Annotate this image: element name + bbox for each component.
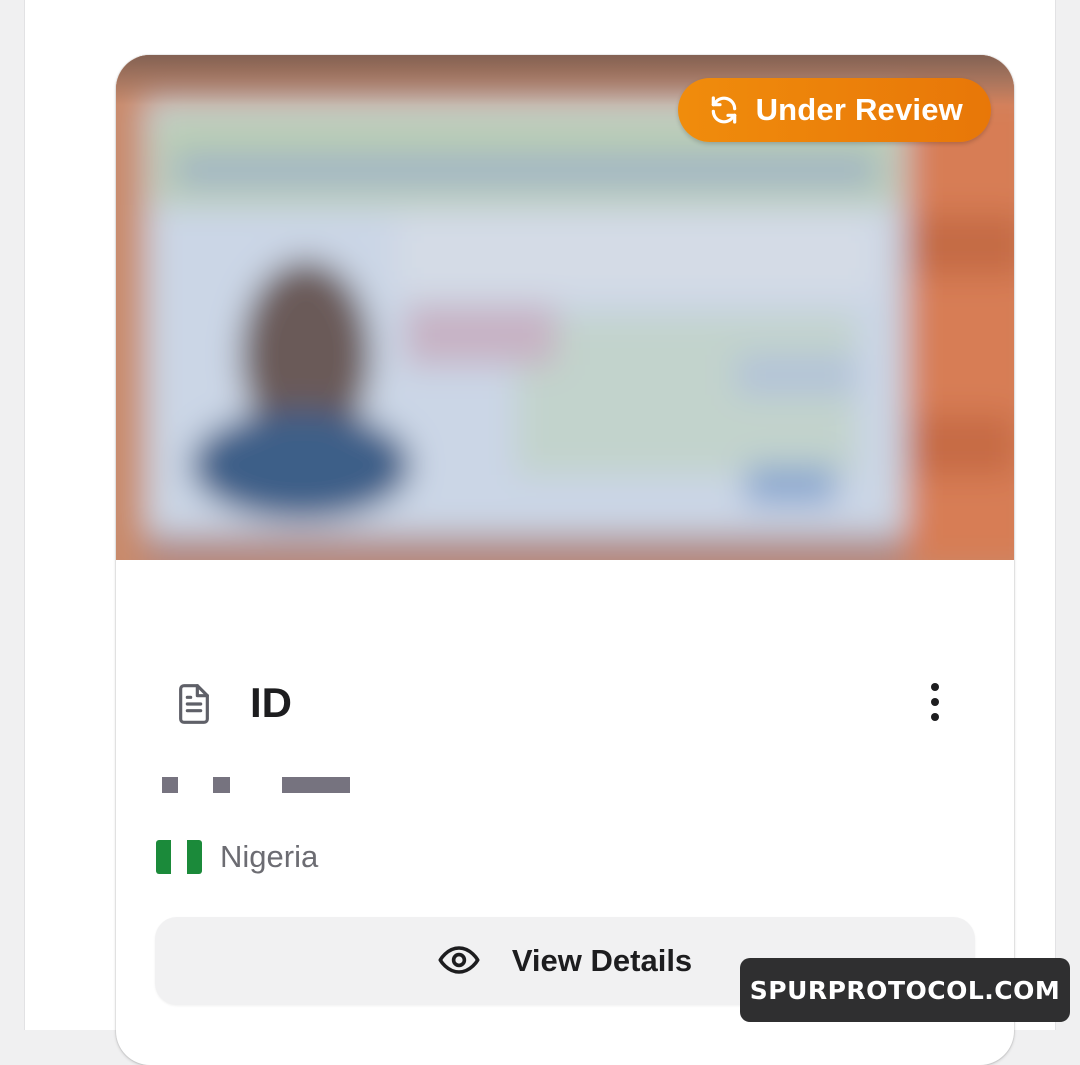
document-card: Under Review ID Nigeria View Details bbox=[116, 55, 1014, 1065]
more-options-button[interactable] bbox=[911, 674, 959, 730]
more-vertical-icon bbox=[931, 683, 939, 691]
refresh-icon bbox=[708, 94, 740, 126]
watermark: SPURPROTOCOL.COM bbox=[740, 958, 1070, 1022]
document-icon bbox=[174, 682, 214, 731]
eye-icon bbox=[438, 945, 480, 978]
status-label: Under Review bbox=[755, 92, 963, 127]
nigeria-flag-icon bbox=[156, 840, 202, 874]
status-badge: Under Review bbox=[677, 78, 991, 142]
country-name: Nigeria bbox=[220, 839, 319, 874]
view-details-label: View Details bbox=[511, 943, 693, 978]
document-header: ID bbox=[116, 670, 1014, 736]
page-panel: Under Review ID Nigeria View Details bbox=[24, 0, 1056, 1065]
country-row: Nigeria bbox=[156, 835, 318, 879]
document-title: ID bbox=[250, 679, 292, 726]
document-photo[interactable]: Under Review bbox=[116, 55, 1014, 560]
redacted-document-number bbox=[156, 775, 376, 797]
